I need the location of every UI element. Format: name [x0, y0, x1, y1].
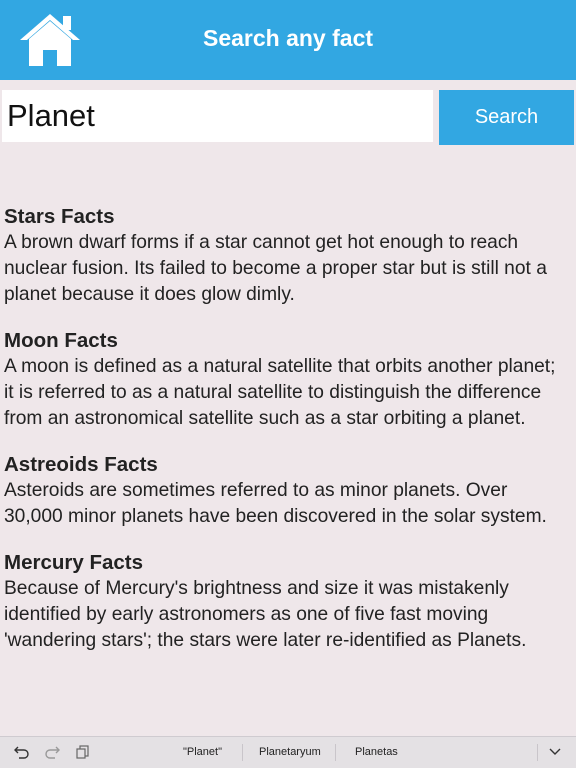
- app-header: Search any fact: [0, 0, 576, 80]
- fact-body: Because of Mercury's brightness and size…: [4, 578, 527, 651]
- page-title: Search any fact: [202, 25, 374, 51]
- chevron-down-icon[interactable]: [549, 747, 561, 759]
- suggestion-item[interactable]: Planetas: [355, 746, 398, 758]
- fact-title: Stars Facts: [4, 205, 115, 228]
- suggestion-item[interactable]: Planetaryum: [259, 746, 321, 758]
- divider: [242, 744, 243, 761]
- redo-icon[interactable]: [44, 745, 60, 762]
- fact-item: Mercury Facts Because of Mercury's brigh…: [4, 550, 570, 654]
- divider: [335, 744, 336, 761]
- divider: [537, 744, 538, 761]
- fact-body: A moon is defined as a natural satellite…: [4, 356, 556, 429]
- fact-title: Mercury Facts: [4, 551, 144, 574]
- fact-title: Moon Facts: [4, 329, 118, 352]
- search-button[interactable]: Search: [439, 90, 574, 145]
- fact-title: Astreoids Facts: [4, 453, 158, 476]
- results-list: Stars Facts A brown dwarf forms if a sta…: [4, 204, 570, 674]
- search-input[interactable]: [2, 90, 433, 142]
- undo-icon[interactable]: [14, 745, 30, 762]
- keyboard-toolbar: "Planet" Planetaryum Planetas: [0, 736, 576, 768]
- fact-item: Astreoids Facts Asteroids are sometimes …: [4, 452, 570, 530]
- fact-body: Asteroids are sometimes referred to as m…: [4, 480, 547, 527]
- fact-body: A brown dwarf forms if a star cannot get…: [4, 232, 547, 305]
- fact-item: Moon Facts A moon is defined as a natura…: [4, 328, 570, 432]
- suggestion-item[interactable]: "Planet": [183, 746, 222, 758]
- fact-item: Stars Facts A brown dwarf forms if a sta…: [4, 204, 570, 308]
- paste-icon[interactable]: [76, 745, 90, 762]
